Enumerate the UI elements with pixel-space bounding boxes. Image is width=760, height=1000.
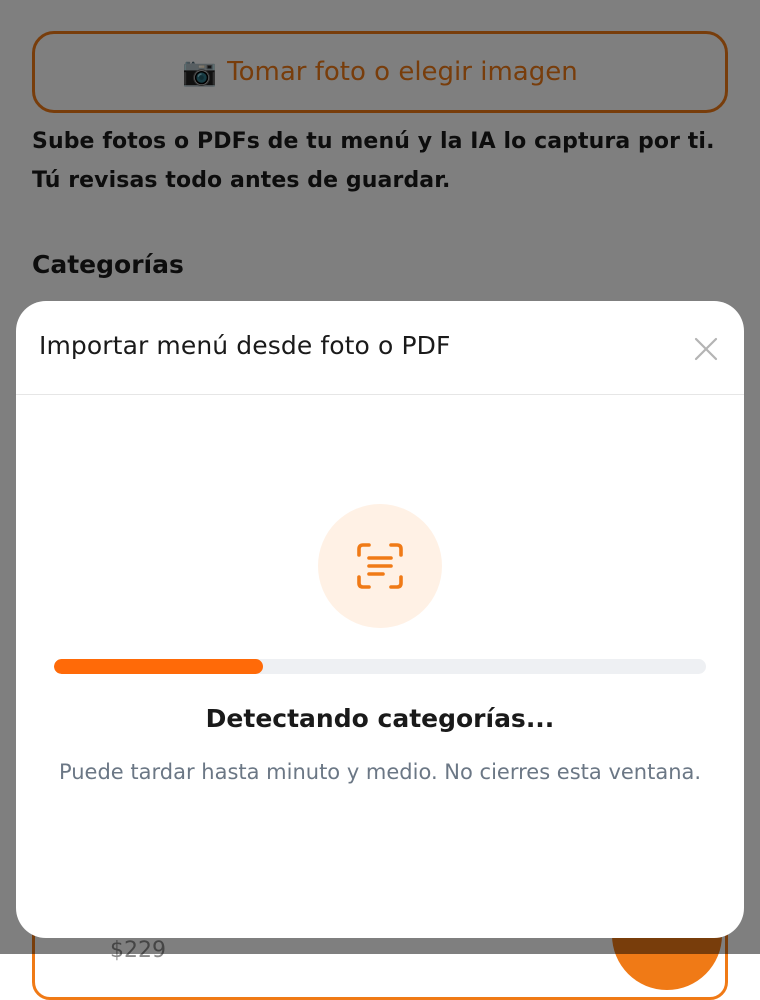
progress-fill: [54, 659, 263, 674]
modal-header: Importar menú desde foto o PDF: [16, 301, 744, 395]
progress-bar: [54, 659, 706, 674]
status-description: Puede tardar hasta minuto y medio. No ci…: [58, 760, 702, 784]
import-menu-modal: Importar menú desde foto o PDF Detectand…: [16, 301, 744, 938]
status-title: Detectando categorías...: [205, 704, 555, 733]
close-icon[interactable]: [692, 335, 720, 363]
scan-icon-badge: [318, 504, 442, 628]
scan-text-icon: [357, 543, 403, 589]
modal-title: Importar menú desde foto o PDF: [39, 331, 451, 360]
